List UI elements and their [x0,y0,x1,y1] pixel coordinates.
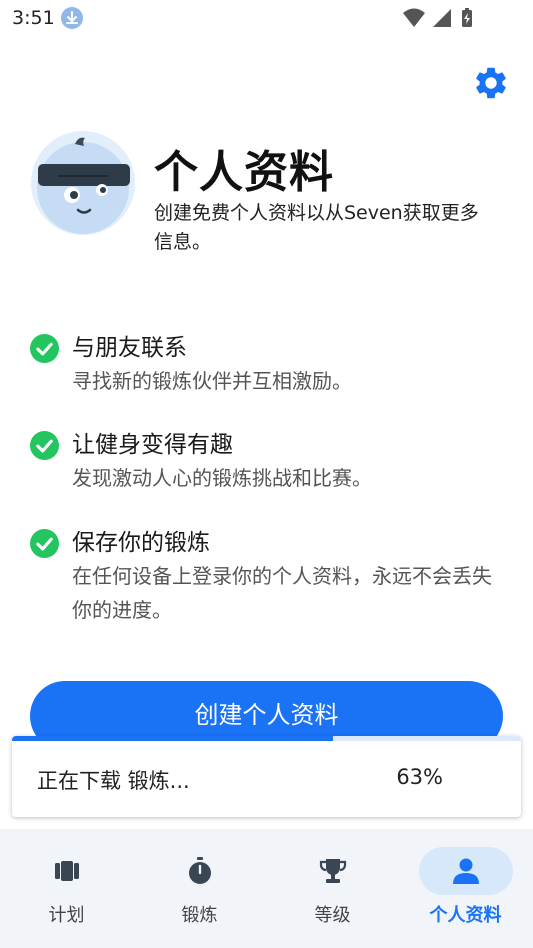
download-toast: 正在下载 锻炼... 63% [12,736,521,817]
nav-item-plan[interactable]: 计划 [0,829,133,948]
nav-label: 锻炼 [181,905,218,926]
feature-description: 发现激动人心的锻炼挑战和比赛。 [72,466,372,490]
nav-icon-container [286,847,380,895]
feature-description: 在任何设备上登录你的个人资料，永远不会丢失你的进度。 [72,564,492,622]
status-icons [403,8,472,27]
check-icon [30,334,59,363]
check-icon [30,431,59,460]
nav-label: 等级 [314,905,351,926]
nav-item-workout[interactable]: 锻炼 [133,829,266,948]
bottom-nav: 计划 锻炼 等级 个人资料 [0,829,533,948]
wifi-icon [403,8,425,27]
feature-title: 保存你的锻炼 [72,530,210,556]
feature-title: 与朋友联系 [72,335,187,361]
nav-icon-container [418,847,513,895]
status-time: 3:51 [12,7,55,29]
download-icon [61,7,83,29]
page-title: 个人资料 [154,147,334,198]
download-progress-fill [12,736,333,741]
check-icon [30,529,59,558]
download-status-text: 正在下载 锻炼... [37,769,190,793]
signal-icon [433,9,451,27]
mascot-avatar [31,131,135,235]
plan-icon [54,861,79,881]
trophy-icon [319,859,346,883]
nav-icon-container [153,847,247,895]
nav-item-level[interactable]: 等级 [266,829,399,948]
nav-label: 计划 [48,905,85,926]
profile-description: 创建免费个人资料以从Seven获取更多信息。 [154,202,479,253]
stopwatch-icon [188,857,211,884]
feature-description: 寻找新的锻炼伙伴并互相激励。 [72,369,352,393]
download-progress-track [12,736,521,741]
nav-item-profile[interactable]: 个人资料 [399,829,532,948]
download-percent: 63% [396,765,443,789]
battery-icon [462,8,472,27]
nav-icon-container [20,847,114,895]
feature-title: 让健身变得有趣 [72,432,233,458]
gear-icon[interactable] [472,64,510,102]
person-icon [452,858,479,884]
nav-label: 个人资料 [429,905,502,926]
status-bar: 3:51 [0,0,533,36]
